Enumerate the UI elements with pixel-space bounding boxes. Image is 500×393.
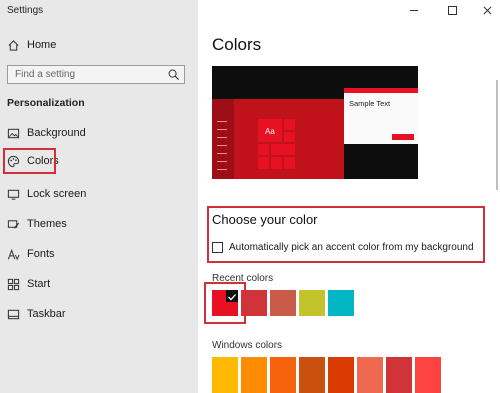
scrollbar[interactable] — [496, 80, 498, 190]
preview-sample-window: Sample Text — [344, 88, 418, 144]
highlight-box-choose-color — [207, 206, 485, 263]
windows-color-swatch[interactable] — [270, 357, 296, 393]
search-icon[interactable] — [167, 68, 180, 81]
nav-home[interactable]: Home — [0, 32, 198, 58]
main-content: Colors Aa Sample Text Choose your color … — [198, 0, 500, 393]
windows-color-swatch[interactable] — [386, 357, 412, 393]
windows-color-swatch[interactable] — [328, 357, 354, 393]
windows-color-swatch[interactable] — [357, 357, 383, 393]
search-input[interactable] — [8, 69, 165, 80]
color-preview: Aa Sample Text — [212, 66, 418, 179]
windows-color-swatch[interactable] — [241, 357, 267, 393]
monitor-icon — [6, 187, 20, 201]
maximize-button[interactable] — [443, 2, 461, 18]
picture-icon — [6, 126, 20, 140]
recent-color-swatch[interactable] — [299, 290, 325, 316]
search-box[interactable] — [7, 65, 185, 84]
sidebar-item-label: Taskbar — [27, 308, 66, 320]
highlight-box-recent-color — [204, 282, 246, 324]
sidebar-item-themes[interactable]: Themes — [0, 211, 198, 237]
sidebar-item-taskbar[interactable]: Taskbar — [0, 301, 198, 327]
sidebar: Settings Home Personalization Background… — [0, 0, 198, 393]
sidebar-item-fonts[interactable]: Fonts — [0, 241, 198, 267]
highlight-box-colors — [3, 148, 56, 174]
nav-home-label: Home — [27, 39, 57, 51]
close-icon — [483, 6, 491, 14]
windows-color-swatch[interactable] — [212, 357, 238, 393]
sidebar-item-lock-screen[interactable]: Lock screen — [0, 181, 198, 207]
taskbar-icon — [6, 307, 20, 321]
brush-icon — [6, 217, 20, 231]
sidebar-item-label: Start — [27, 278, 51, 290]
windows-color-swatch[interactable] — [415, 357, 441, 393]
start-icon — [6, 277, 20, 291]
sidebar-item-background[interactable]: Background — [0, 120, 198, 146]
windows-color-swatch[interactable] — [299, 357, 325, 393]
close-button[interactable] — [478, 2, 496, 18]
font-icon — [6, 247, 20, 261]
sidebar-item-label: Themes — [27, 218, 67, 230]
windows-colors-label: Windows colors — [212, 340, 283, 351]
recent-color-swatch[interactable] — [270, 290, 296, 316]
maximize-icon — [447, 5, 457, 15]
sidebar-item-start[interactable]: Start — [0, 271, 198, 297]
section-title: Personalization — [7, 97, 85, 109]
home-icon — [6, 38, 20, 52]
preview-sample-text: Sample Text — [349, 99, 391, 108]
sidebar-item-label: Lock screen — [27, 188, 87, 200]
minimize-button[interactable] — [405, 2, 423, 18]
preview-tile-text: Aa — [265, 127, 275, 136]
sidebar-item-label: Background — [27, 127, 86, 139]
recent-color-swatch[interactable] — [328, 290, 354, 316]
sidebar-item-label: Fonts — [27, 248, 55, 260]
page-title: Colors — [212, 35, 262, 54]
minimize-icon — [410, 9, 418, 11]
app-title: Settings — [7, 5, 44, 16]
